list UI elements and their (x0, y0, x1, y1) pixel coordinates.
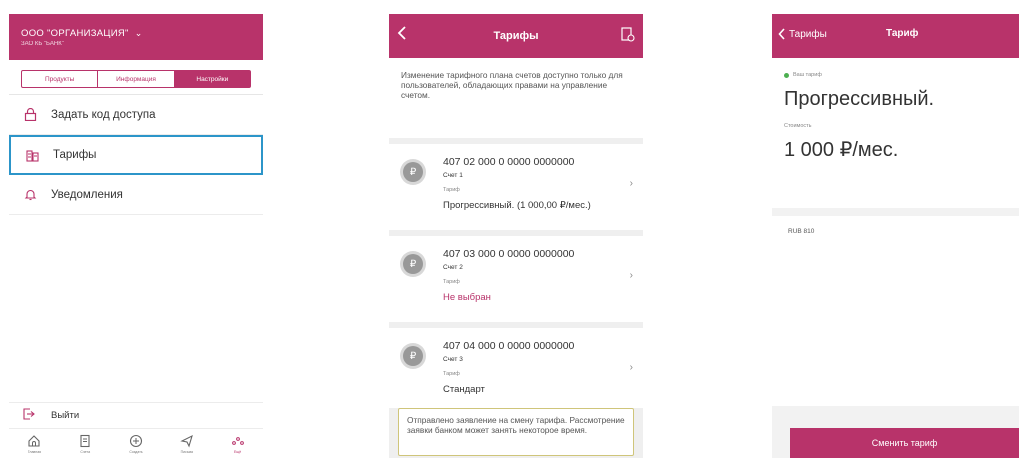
logout-button[interactable]: Выйти (9, 402, 263, 428)
document-icon (80, 434, 90, 447)
pending-request-notice: Отправлено заявление на смену тарифа. Ра… (398, 408, 634, 456)
account-name: Счет 1 (443, 172, 463, 179)
tab-accounts[interactable]: Счета (78, 434, 92, 454)
send-icon (180, 434, 193, 447)
account-number: 407 04 000 0 0000 0000000 (443, 340, 575, 352)
bell-icon (23, 188, 37, 202)
tab-more[interactable]: Ещё (231, 434, 245, 454)
home-icon (28, 434, 40, 447)
tab-label: Главная (27, 449, 42, 454)
chevron-right-icon: › (629, 270, 633, 281)
tab-label: Ещё (233, 449, 242, 454)
change-tariff-button[interactable]: Сменить тариф (790, 428, 1019, 458)
tariffs-screen: Тарифы Изменение тарифного плана счетов … (389, 14, 643, 458)
currency-block: RUB 810 (772, 216, 1019, 406)
account-row[interactable]: ₽ 407 02 000 0 0000 0000000 Счет 1 Тариф… (389, 144, 643, 236)
chevron-right-icon: › (629, 362, 633, 373)
org-bank: ЗАО КБ "БАНК" (21, 41, 64, 47)
current-tariff-row: Ваш тариф (784, 72, 1019, 78)
document-icon[interactable] (621, 27, 635, 46)
account-number: 407 02 000 0 0000 0000000 (443, 156, 575, 168)
segment-products[interactable]: Продукты (22, 71, 99, 87)
segmented-control: Продукты Информация Настройки (9, 60, 263, 95)
menu-item-notifications[interactable]: Уведомления (9, 175, 263, 215)
tariff-value: Стандарт (443, 384, 485, 395)
menu-item-label: Задать код доступа (51, 108, 156, 121)
tab-bar: Главная Счета Создать Письма Ещё (9, 428, 263, 458)
tariff-summary: Ваш тариф Прогрессивный. Стоимость 1 000… (772, 58, 1019, 208)
cost-value: 1 000 ₽/мес. (784, 139, 899, 161)
account-row[interactable]: ₽ 407 03 000 0 0000 0000000 Счет 2 Тариф… (389, 236, 643, 328)
tariff-detail-screen: Тарифы Тариф Ваш тариф Прогрессивный. Ст… (772, 14, 1019, 458)
lock-icon (23, 108, 37, 122)
status-dot-icon (784, 72, 789, 78)
segment-settings[interactable]: Настройки (174, 71, 250, 87)
permission-notice: Изменение тарифного плана счетов доступн… (389, 58, 643, 144)
org-name-row: ООО "ОРГАНИЗАЦИЯ" ⌄ (21, 28, 263, 39)
chevron-down-icon[interactable]: ⌄ (135, 28, 143, 39)
tab-letters[interactable]: Письма (180, 434, 194, 454)
ruble-coin-icon: ₽ (403, 346, 423, 366)
tariff-value: Прогрессивный. (1 000,00 ₽/мес.) (443, 200, 591, 211)
org-header[interactable]: ООО "ОРГАНИЗАЦИЯ" ⌄ ЗАО КБ "БАНК" (9, 14, 263, 60)
current-tariff-label: Ваш тариф (793, 72, 822, 78)
segment-info[interactable]: Информация (98, 71, 175, 87)
tariff-label: Тариф (443, 371, 460, 377)
tariff-header: Тарифы Тариф (772, 14, 1019, 58)
tab-label: Создать (129, 449, 143, 454)
account-row[interactable]: ₽ 407 04 000 0 0000 0000000 Счет 3 Тариф… (389, 328, 643, 408)
currency-code: RUB 810 (788, 228, 815, 235)
back-label: Тарифы (789, 28, 827, 40)
page-title: Тарифы (493, 30, 539, 42)
tariffs-icon (25, 148, 39, 162)
logout-label: Выйти (51, 410, 80, 421)
back-chevron-icon[interactable] (397, 25, 407, 44)
ruble-coin-icon: ₽ (403, 162, 423, 182)
cost-label: Стоимость (784, 123, 812, 129)
settings-screen: ООО "ОРГАНИЗАЦИЯ" ⌄ ЗАО КБ "БАНК" Продук… (9, 14, 263, 458)
bottom-area: Выйти Главная Счета Создать Письма Ещё (9, 402, 263, 458)
tab-home[interactable]: Главная (27, 434, 41, 454)
tariff-name: Прогрессивный. (784, 88, 935, 110)
tab-label: Письма (180, 449, 193, 454)
ruble-coin-icon: ₽ (403, 254, 423, 274)
tariff-value: Не выбран (443, 292, 491, 303)
account-name: Счет 2 (443, 264, 463, 271)
chevron-right-icon: › (629, 178, 633, 189)
logout-icon (23, 408, 35, 423)
tariff-label: Тариф (443, 187, 460, 193)
back-button[interactable]: Тарифы (778, 28, 827, 40)
tariffs-header: Тарифы (389, 14, 643, 58)
more-dots-icon (231, 436, 244, 445)
plus-circle-icon (129, 434, 143, 447)
page-title: Тариф (886, 28, 919, 39)
menu-item-label: Уведомления (51, 188, 123, 201)
back-chevron-icon (778, 28, 785, 40)
menu-item-tariffs[interactable]: Тарифы (9, 135, 263, 175)
tab-create[interactable]: Создать (129, 434, 143, 454)
account-number: 407 03 000 0 0000 0000000 (443, 248, 575, 260)
tab-label: Счета (80, 449, 91, 454)
org-name: ООО "ОРГАНИЗАЦИЯ" (21, 28, 129, 39)
account-name: Счет 3 (443, 356, 463, 363)
menu-item-access-code[interactable]: Задать код доступа (9, 95, 263, 135)
menu-item-label: Тарифы (53, 149, 97, 161)
tariff-label: Тариф (443, 279, 460, 285)
